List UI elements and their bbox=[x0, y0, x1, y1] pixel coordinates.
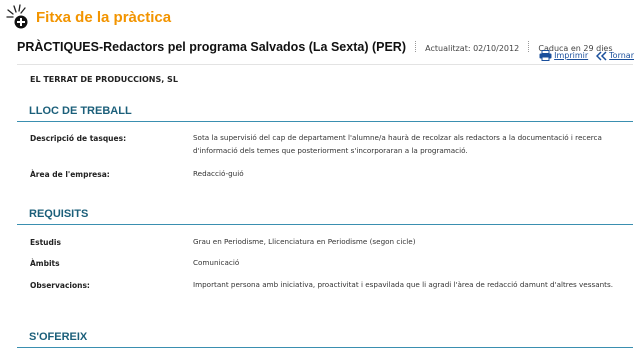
divider bbox=[415, 41, 417, 52]
value-estudis: Grau en Periodisme, Llicenciatura en Per… bbox=[193, 237, 416, 246]
back-label: Tornar bbox=[609, 51, 634, 60]
label-ambits: Àmbits bbox=[30, 259, 60, 268]
divider bbox=[528, 41, 530, 52]
printer-icon bbox=[539, 50, 552, 61]
updated-date: Actualitzat: 02/10/2012 bbox=[425, 44, 520, 53]
section-rule bbox=[17, 224, 633, 225]
section-rule bbox=[17, 347, 633, 348]
value-descripcio: Sota la supervisió del cap de departamen… bbox=[193, 133, 602, 155]
value-area: Redacció-guió bbox=[193, 169, 244, 178]
action-links: Imprimir Tornar bbox=[539, 50, 634, 61]
section-title-ofereix: S'OFEREIX bbox=[29, 331, 88, 343]
value-observacions: Important persona amb iniciativa, proact… bbox=[193, 280, 614, 289]
divider bbox=[17, 64, 633, 65]
back-link[interactable]: Tornar bbox=[596, 50, 634, 61]
page-title: Fitxa de la pràctica bbox=[36, 8, 172, 26]
company-name: EL TERRAT DE PRODUCCIONS, SL bbox=[30, 75, 178, 84]
label-descripcio: Descripció de tasques: bbox=[30, 134, 127, 143]
label-area: Àrea de l'empresa: bbox=[30, 170, 110, 179]
value-ambits: Comunicació bbox=[193, 258, 240, 267]
section-title-requisits: REQUISITS bbox=[29, 208, 89, 220]
print-label: Imprimir bbox=[554, 51, 589, 60]
section-title-lloc: LLOC DE TREBALL bbox=[29, 105, 132, 117]
new-badge-icon bbox=[6, 4, 30, 30]
print-link[interactable]: Imprimir bbox=[539, 50, 588, 61]
section-rule bbox=[17, 121, 633, 122]
double-chevron-left-icon bbox=[596, 50, 607, 61]
offer-title: PRÀCTIQUES-Redactors pel programa Salvad… bbox=[17, 40, 406, 54]
label-estudis: Estudis bbox=[30, 238, 61, 247]
label-observacions: Observacions: bbox=[30, 281, 90, 290]
page-header: Fitxa de la pràctica bbox=[6, 3, 171, 31]
